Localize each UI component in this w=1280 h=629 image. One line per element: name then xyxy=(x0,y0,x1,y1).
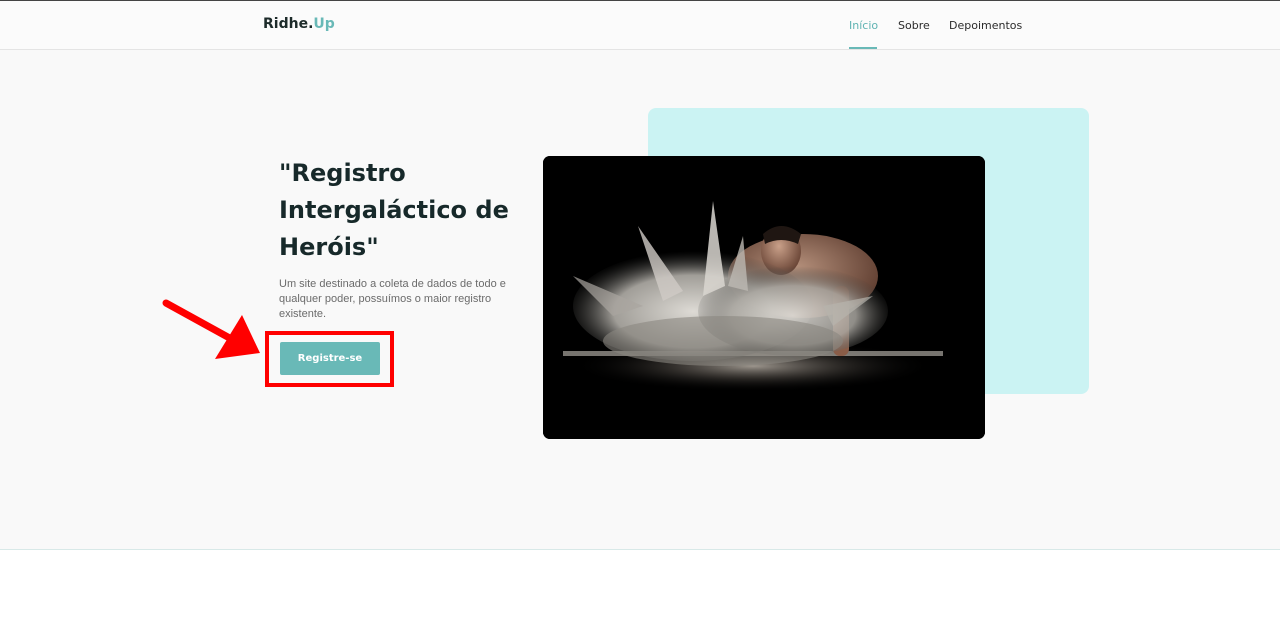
hero-description: Um site destinado a coleta de dados de t… xyxy=(279,278,506,320)
hero-image xyxy=(543,156,985,439)
active-nav-indicator xyxy=(849,47,877,49)
nav-inicio[interactable]: Início xyxy=(849,19,878,32)
top-navbar: Ridhe.Up Início Sobre Depoimentos xyxy=(0,0,1280,50)
annotation-highlight-box xyxy=(265,331,394,387)
nav-sobre[interactable]: Sobre xyxy=(898,19,930,32)
nav-depoimentos[interactable]: Depoimentos xyxy=(949,19,1022,32)
hero-title: "Registro Intergaláctico de Heróis" xyxy=(279,159,509,261)
site-logo[interactable]: Ridhe.Up xyxy=(263,16,335,32)
logo-text: Ridhe. xyxy=(263,16,314,32)
powder-explosion-image xyxy=(543,156,985,439)
annotation-arrow-icon xyxy=(162,299,260,359)
logo-accent-text: Up xyxy=(313,16,335,32)
